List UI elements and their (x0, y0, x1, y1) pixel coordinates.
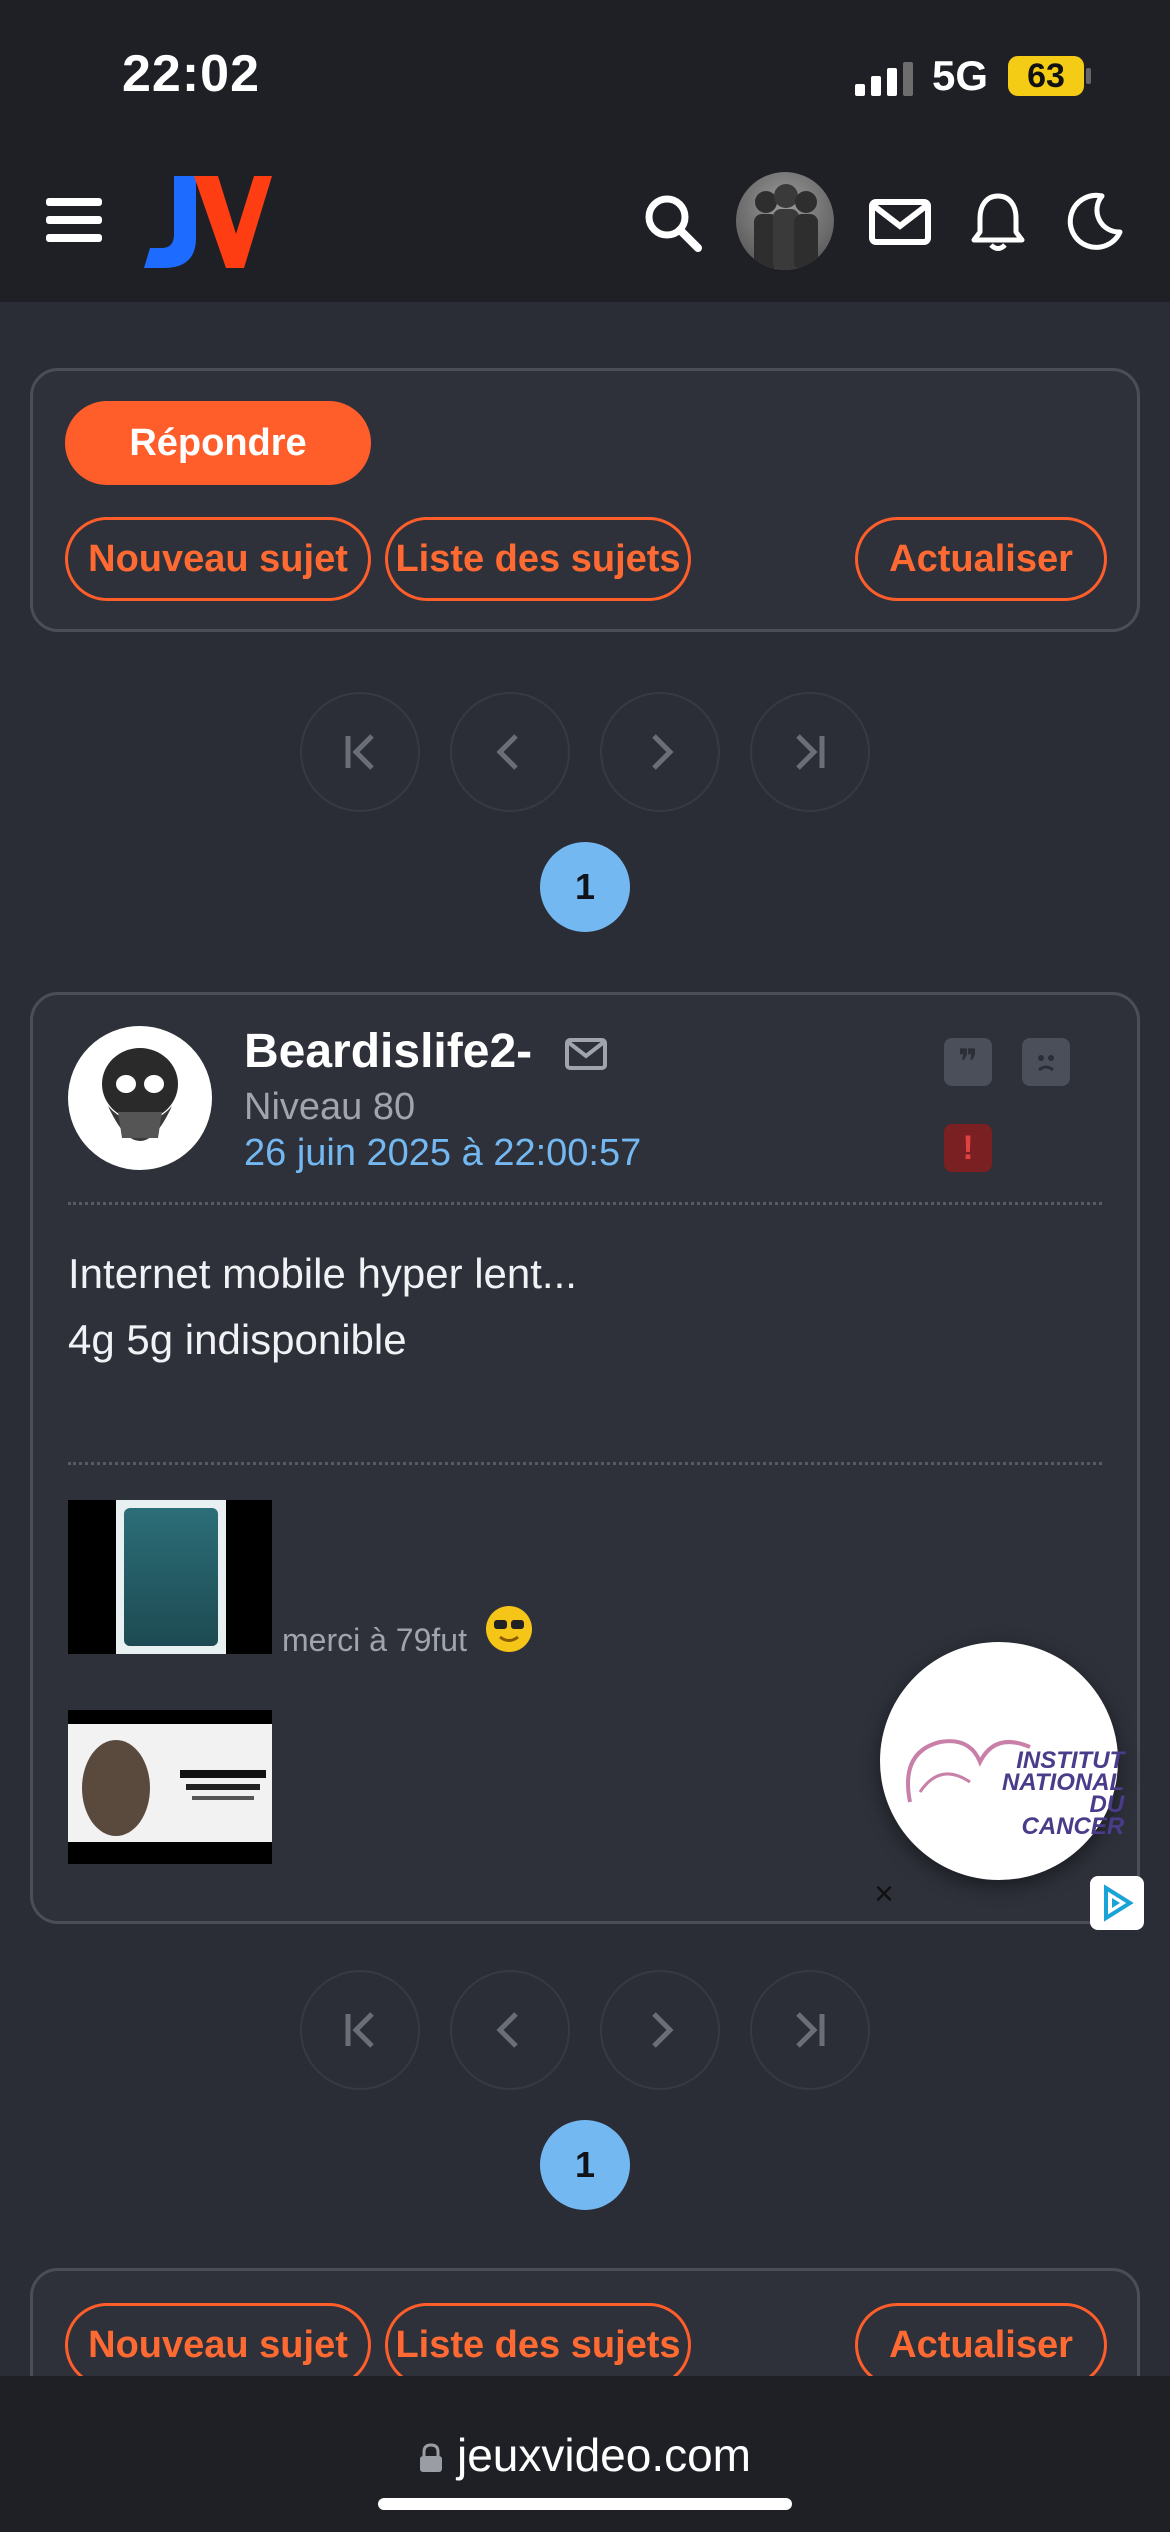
battery-indicator: 63 (1008, 56, 1084, 96)
user-level: Niveau 80 (244, 1086, 416, 1128)
top-bar: 22:02 5G 63 (0, 0, 1170, 302)
home-indicator (378, 2498, 792, 2510)
mail-icon[interactable] (868, 190, 932, 254)
signature-divider (68, 1462, 1102, 1465)
current-page-badge[interactable]: 1 (540, 842, 630, 932)
last-page-button[interactable] (750, 692, 870, 812)
ad-close-button[interactable]: × (866, 1876, 902, 1912)
first-page-icon (345, 2012, 374, 2048)
post-message-line: Internet mobile hyper lent... (68, 1250, 577, 1297)
post-date-link[interactable]: 26 juin 2025 à 22:00:57 (244, 1132, 641, 1175)
menu-icon[interactable] (46, 198, 102, 242)
adchoices-icon[interactable] (1090, 1876, 1144, 1930)
url-display[interactable]: jeuxvideo.com (0, 2428, 1170, 2482)
prev-page-button[interactable] (450, 692, 570, 812)
topic-list-button[interactable]: Liste des sujets (385, 517, 691, 601)
status-time: 22:02 (122, 45, 260, 103)
signal-icon (855, 62, 913, 96)
search-icon[interactable] (640, 190, 704, 254)
last-page-button[interactable] (750, 1970, 870, 2090)
next-page-button[interactable] (600, 692, 720, 812)
pagination-bottom (0, 1970, 1170, 2090)
new-topic-button[interactable]: Nouveau sujet (65, 517, 371, 601)
chevron-right-icon (652, 2012, 674, 2048)
first-page-button[interactable] (300, 1970, 420, 2090)
face-glyph (1038, 1055, 1054, 1072)
skull-icon (102, 1048, 178, 1141)
network-type: 5G (932, 52, 989, 99)
chevron-right-icon (652, 734, 674, 770)
chevron-left-icon (496, 734, 518, 770)
jv-logo[interactable] (144, 172, 272, 272)
topic-list-button[interactable]: Liste des sujets (385, 2303, 691, 2387)
signature-text: merci à 79fut (282, 1622, 467, 1658)
silhouettes-icon (754, 184, 818, 270)
avatar[interactable] (736, 172, 834, 270)
post-message-line: 4g 5g indisponible (68, 1316, 407, 1363)
battery-tip (1086, 68, 1091, 84)
first-page-icon (345, 734, 374, 770)
refresh-button[interactable]: Actualiser (855, 2303, 1107, 2387)
bell-icon[interactable] (966, 190, 1030, 254)
lock-icon (419, 2443, 442, 2472)
reply-button[interactable]: Répondre (65, 401, 371, 485)
quote-icon[interactable]: ❞ (944, 1038, 992, 1086)
last-page-icon (796, 2012, 825, 2048)
player-card (116, 1500, 226, 1654)
signature-card-image[interactable] (68, 1500, 272, 1654)
first-page-button[interactable] (300, 692, 420, 812)
sad-face-icon[interactable] (1022, 1038, 1070, 1086)
ad-brand: INSTITUT NATIONAL DU CANCER (1002, 1747, 1125, 1840)
topic-actions-panel: Répondre Nouveau sujet Liste des sujets … (30, 368, 1140, 632)
post-divider (68, 1202, 1102, 1205)
browser-url-bar[interactable]: jeuxvideo.com (0, 2376, 1170, 2532)
signature-banner-image[interactable] (68, 1710, 272, 1864)
new-topic-button[interactable]: Nouveau sujet (65, 2303, 371, 2387)
pagination (0, 692, 1170, 812)
user-avatar[interactable] (68, 1026, 212, 1170)
refresh-button[interactable]: Actualiser (855, 517, 1107, 601)
ad-bubble[interactable]: INSTITUT NATIONAL DU CANCER (880, 1642, 1124, 1880)
post-username[interactable]: Beardislife2- (244, 1024, 532, 1079)
last-page-icon (796, 734, 825, 770)
prev-page-button[interactable] (450, 1970, 570, 2090)
next-page-button[interactable] (600, 1970, 720, 2090)
report-icon[interactable]: ! (944, 1124, 992, 1172)
moon-icon[interactable] (1062, 190, 1126, 254)
chevron-left-icon (496, 2012, 518, 2048)
url-text: jeuxvideo.com (456, 2429, 752, 2481)
current-page-badge[interactable]: 1 (540, 2120, 630, 2210)
tribute-banner (68, 1724, 272, 1842)
sunglasses-emoji-icon (486, 1606, 532, 1652)
send-message-icon[interactable] (564, 1036, 608, 1072)
